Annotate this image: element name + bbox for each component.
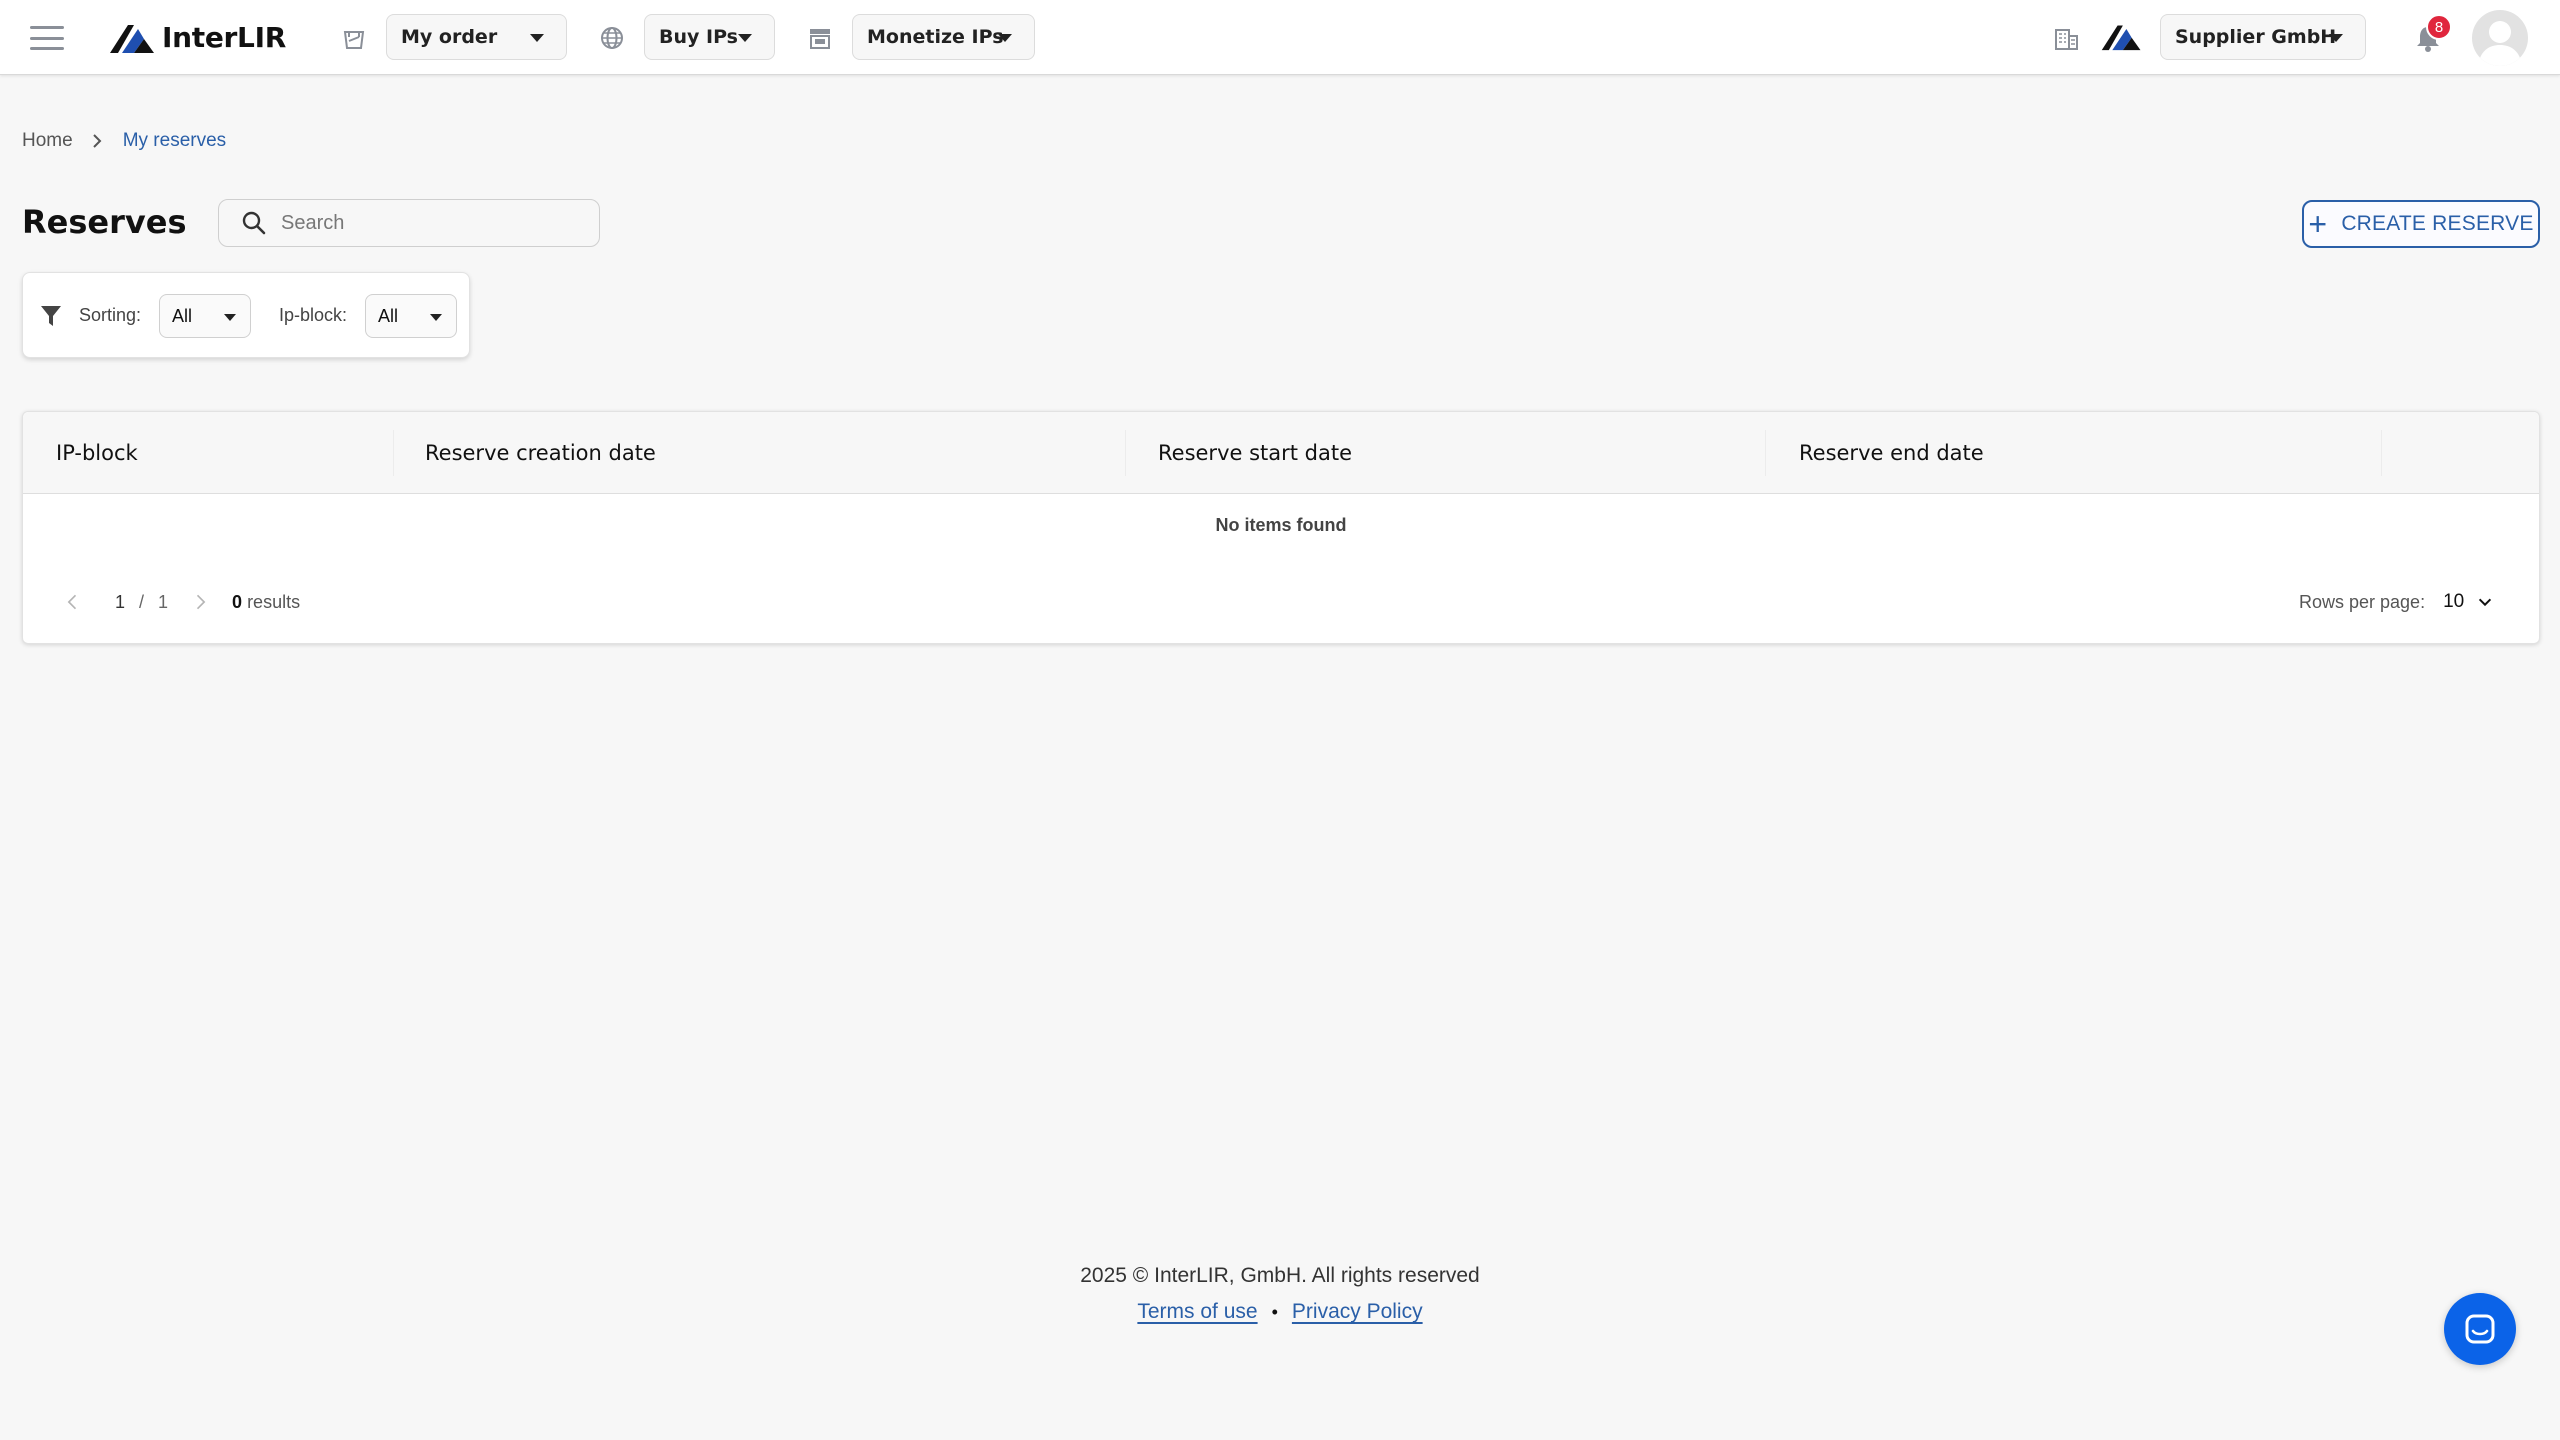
column-divider xyxy=(393,430,394,476)
chevron-down-icon xyxy=(430,314,442,321)
column-header-end-date[interactable]: Reserve end date xyxy=(1799,412,1984,494)
column-header-creation-date[interactable]: Reserve creation date xyxy=(425,412,656,494)
create-reserve-label: CREATE RESERVE xyxy=(2341,212,2534,235)
store-icon xyxy=(810,29,830,49)
sorting-select[interactable]: All xyxy=(159,294,251,338)
building-icon xyxy=(2055,29,2078,50)
chevron-down-icon xyxy=(998,34,1012,42)
breadcrumb: Home My reserves xyxy=(22,130,226,152)
pagination: 1 / 1 0 results xyxy=(61,586,300,618)
ipblock-select[interactable]: All xyxy=(365,294,457,338)
breadcrumb-current[interactable]: My reserves xyxy=(123,130,226,152)
page-separator: / xyxy=(139,591,145,612)
rows-per-page-label: Rows per page: xyxy=(2299,591,2426,612)
empty-state: No items found xyxy=(1215,514,1347,535)
current-page: 1 xyxy=(115,591,126,612)
brand-name: InterLIR xyxy=(162,20,286,54)
filter-panel: Sorting: All Ip-block: All xyxy=(22,272,470,358)
buy-ips-label: Buy IPs xyxy=(659,26,738,48)
company-name: Supplier GmbH xyxy=(2175,26,2337,48)
company-dropdown[interactable]: Supplier GmbH xyxy=(2160,14,2366,60)
rows-per-page-select[interactable]: 10 xyxy=(2443,591,2494,613)
chevron-down-icon xyxy=(2329,34,2343,42)
globe-icon xyxy=(601,27,623,49)
search-field[interactable] xyxy=(218,199,600,247)
total-pages: 1 xyxy=(158,591,169,612)
interlir-logo-icon xyxy=(110,25,154,53)
footer-separator: • xyxy=(1271,1301,1278,1322)
sorting-label: Sorting: xyxy=(79,305,142,325)
copyright-text: 2025 © InterLIR, GmbH. All rights reserv… xyxy=(1080,1264,1480,1287)
breadcrumb-home[interactable]: Home xyxy=(22,130,73,152)
terms-of-use-link[interactable]: Terms of use xyxy=(1137,1300,1257,1324)
sorting-value: All xyxy=(172,305,193,326)
results-label: results xyxy=(247,591,301,612)
notification-badge: 8 xyxy=(2426,14,2452,40)
column-header-ip-block[interactable]: IP-block xyxy=(56,412,138,494)
ipblock-label: Ip-block: xyxy=(279,305,348,325)
filter-icon xyxy=(41,306,61,326)
table-header: IP-block Reserve creation date Reserve s… xyxy=(23,412,2539,494)
search-icon xyxy=(242,211,266,235)
column-header-start-date[interactable]: Reserve start date xyxy=(1158,412,1352,494)
reserves-table: IP-block Reserve creation date Reserve s… xyxy=(22,411,2540,644)
column-divider xyxy=(1125,430,1126,476)
my-order-dropdown[interactable]: My order xyxy=(386,14,567,60)
footer-links: Terms of use • Privacy Policy xyxy=(0,1300,2560,1324)
search-input[interactable] xyxy=(281,211,581,235)
chat-icon xyxy=(2465,1314,2495,1344)
box-icon xyxy=(343,31,365,49)
user-icon xyxy=(2478,21,2522,66)
column-divider xyxy=(1765,430,1766,476)
plus-icon: + xyxy=(2308,206,2328,242)
column-divider xyxy=(2381,430,2382,476)
next-page-button[interactable] xyxy=(188,590,212,614)
monetize-ips-dropdown[interactable]: Monetize IPs xyxy=(852,14,1035,60)
buy-ips-dropdown[interactable]: Buy IPs xyxy=(644,14,775,60)
menu-icon[interactable] xyxy=(30,26,64,50)
ipblock-value: All xyxy=(378,305,399,326)
chevron-left-icon xyxy=(67,594,77,610)
chevron-down-icon xyxy=(2479,598,2492,607)
top-navigation-bar: InterLIR My order Buy IPs Monetize IPs S… xyxy=(0,0,2560,75)
footer: 2025 © InterLIR, GmbH. All rights reserv… xyxy=(0,1264,2560,1324)
results-count: 0 xyxy=(232,591,243,612)
rows-per-page: Rows per page: 10 xyxy=(2299,586,2494,618)
brand-logo[interactable]: InterLIR xyxy=(108,18,286,56)
chevron-down-icon xyxy=(224,314,236,321)
chat-launcher-button[interactable] xyxy=(2444,1293,2516,1365)
user-avatar[interactable] xyxy=(2472,10,2528,66)
privacy-policy-link[interactable]: Privacy Policy xyxy=(1292,1300,1423,1324)
page-title: Reserves xyxy=(22,203,187,241)
create-reserve-button[interactable]: + CREATE RESERVE xyxy=(2302,200,2540,248)
my-order-label: My order xyxy=(401,26,498,48)
rows-per-page-value: 10 xyxy=(2443,591,2465,612)
chevron-down-icon xyxy=(530,34,544,42)
chevron-right-icon xyxy=(196,594,206,610)
monetize-ips-label: Monetize IPs xyxy=(867,26,1004,48)
company-logo-icon xyxy=(2101,25,2141,51)
chevron-down-icon xyxy=(738,34,752,42)
chevron-right-icon xyxy=(91,132,103,150)
previous-page-button[interactable] xyxy=(61,590,85,614)
